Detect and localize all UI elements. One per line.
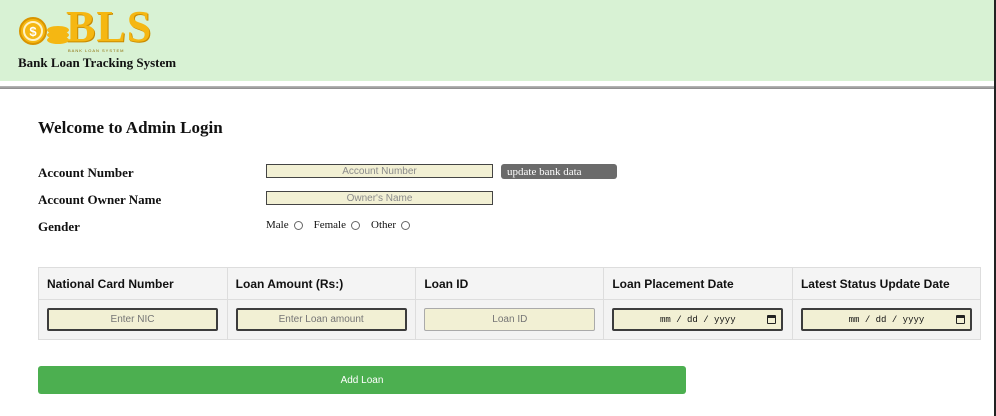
loan-table: National Card Number Loan Amount (Rs:) L… xyxy=(38,267,982,340)
logo-text: BLS xyxy=(66,2,153,51)
header-divider xyxy=(0,86,996,89)
loan-id-input[interactable] xyxy=(424,308,596,331)
column-header: National Card Number xyxy=(38,267,228,300)
svg-text:$: $ xyxy=(29,24,37,39)
owner-name-input[interactable] xyxy=(266,191,493,205)
table-cell xyxy=(38,299,228,340)
date-placeholder: mm / dd / yyyy xyxy=(848,314,925,325)
account-number-input[interactable] xyxy=(266,164,493,178)
coins-icon: $ xyxy=(19,17,69,45)
status-update-date-input[interactable]: mm / dd / yyyy xyxy=(800,308,972,331)
gender-female-radio[interactable] xyxy=(351,220,360,230)
site-title: Bank Loan Tracking System xyxy=(18,55,177,70)
gender-other-radio[interactable] xyxy=(401,220,411,230)
gender-radio-group: Male Female Other xyxy=(266,218,421,232)
account-number-label: Account Number xyxy=(38,165,134,180)
gender-female-label: Female xyxy=(313,219,346,231)
site-header: $ BLS BANK LOAN SYSTEM Bank Loan Trackin… xyxy=(0,0,996,81)
gender-male-label: Male xyxy=(266,219,289,231)
table-cell xyxy=(226,299,417,340)
loan-amount-input[interactable] xyxy=(235,308,407,331)
page-title: Welcome to Admin Login xyxy=(38,118,223,137)
add-loan-button[interactable]: Add Loan xyxy=(38,366,686,394)
column-header: Latest Status Update Date xyxy=(791,267,982,300)
calendar-icon[interactable] xyxy=(955,315,965,324)
date-placeholder: mm / dd / yyyy xyxy=(660,314,736,325)
logo-tagline: BANK LOAN SYSTEM xyxy=(68,48,125,53)
column-header: Loan Placement Date xyxy=(603,267,793,300)
gender-other-label: Other xyxy=(371,219,397,231)
loan-placement-date-input[interactable]: mm / dd / yyyy xyxy=(612,308,784,331)
table-header-row: National Card Number Loan Amount (Rs:) L… xyxy=(38,267,982,300)
calendar-icon[interactable] xyxy=(767,315,777,324)
gender-label: Gender xyxy=(38,219,80,234)
table-cell: mm / dd / yyyy xyxy=(791,299,982,340)
table-cell: mm / dd / yyyy xyxy=(603,299,793,340)
column-header: Loan Amount (Rs:) xyxy=(226,267,417,300)
nic-input[interactable] xyxy=(47,308,218,331)
owner-name-label: Account Owner Name xyxy=(38,192,162,207)
table-cell xyxy=(415,299,605,340)
logo[interactable]: $ BLS BANK LOAN SYSTEM xyxy=(18,2,158,54)
table-row: mm / dd / yyyy mm / dd / yyyy xyxy=(38,299,982,340)
update-bank-data-button[interactable]: update bank data xyxy=(501,164,617,179)
column-header: Loan ID xyxy=(415,267,605,300)
gender-male-radio[interactable] xyxy=(293,220,303,230)
